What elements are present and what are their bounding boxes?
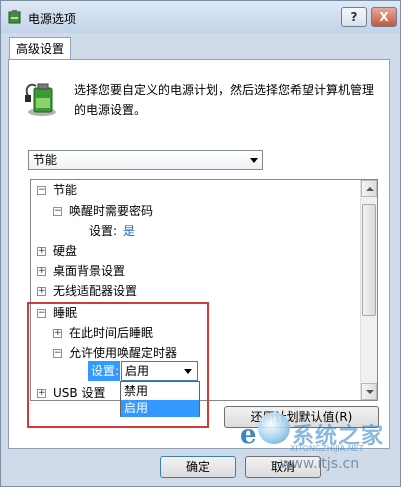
tree-scrollbar[interactable] <box>360 180 377 400</box>
tree-node-label: 在此时间后睡眠 <box>69 326 154 340</box>
settings-tree: − 节能 − 唤醒时需要密码 设置: 是 + 硬盘 + 桌面背景设置 + 无线适… <box>30 179 378 401</box>
help-button[interactable]: ? <box>341 7 367 27</box>
scroll-up-arrow-icon[interactable] <box>361 180 377 197</box>
battery-power-icon <box>25 83 56 116</box>
expand-icon[interactable]: + <box>37 267 46 276</box>
expand-icon[interactable]: + <box>53 329 62 338</box>
tree-node-label: 唤醒时需要密码 <box>69 204 154 218</box>
restore-defaults-button[interactable]: 还原计划默认值(R) <box>224 406 379 428</box>
expand-icon[interactable]: + <box>37 389 46 398</box>
tree-node-label: 桌面背景设置 <box>53 264 126 278</box>
title-bar[interactable]: 电源选项 ? X <box>1 1 400 33</box>
tree-node-label: 睡眠 <box>53 306 78 320</box>
tree-node-label: 无线适配器设置 <box>53 284 138 298</box>
collapse-icon[interactable]: − <box>53 349 62 358</box>
close-button[interactable]: X <box>371 7 397 27</box>
wake-timer-select[interactable]: 启用 <box>121 361 198 381</box>
tree-node-label: 允许使用唤醒定时器 <box>69 346 178 360</box>
wake-timer-options-list: 禁用 启用 <box>120 381 200 417</box>
wake-timer-value: 启用 <box>125 364 150 378</box>
cancel-button[interactable]: 取消 <box>245 456 321 478</box>
chevron-down-icon <box>250 158 258 163</box>
expand-icon[interactable]: + <box>37 287 46 296</box>
tree-node-label: USB 设置 <box>53 386 106 400</box>
option-enable[interactable]: 启用 <box>121 400 199 417</box>
tab-advanced-settings[interactable]: 高级设置 <box>9 37 71 61</box>
scroll-thumb[interactable] <box>362 204 376 316</box>
ok-button[interactable]: 确定 <box>160 456 236 478</box>
expand-icon[interactable]: + <box>37 247 46 256</box>
power-plan-value: 节能 <box>33 153 58 167</box>
setting-value[interactable]: 是 <box>123 221 135 241</box>
power-options-icon <box>8 10 21 24</box>
chevron-down-icon <box>184 369 192 374</box>
collapse-icon[interactable]: − <box>37 186 46 195</box>
description-text: 选择您要自定义的电源计划，然后选择您希望计算机管理的电源设置。 <box>74 83 375 117</box>
power-plan-select[interactable]: 节能 <box>28 150 263 170</box>
tree-node-label: 硬盘 <box>53 244 78 258</box>
scroll-down-arrow-icon[interactable] <box>361 383 377 400</box>
option-disable[interactable]: 禁用 <box>121 383 199 400</box>
collapse-icon[interactable]: − <box>37 309 46 318</box>
setting-label: 设置: <box>89 224 118 238</box>
tree-node-label: 节能 <box>53 183 78 197</box>
window-title: 电源选项 <box>28 12 77 26</box>
wake-timer-setting-label: 设置: <box>88 361 120 381</box>
collapse-icon[interactable]: − <box>53 207 62 216</box>
